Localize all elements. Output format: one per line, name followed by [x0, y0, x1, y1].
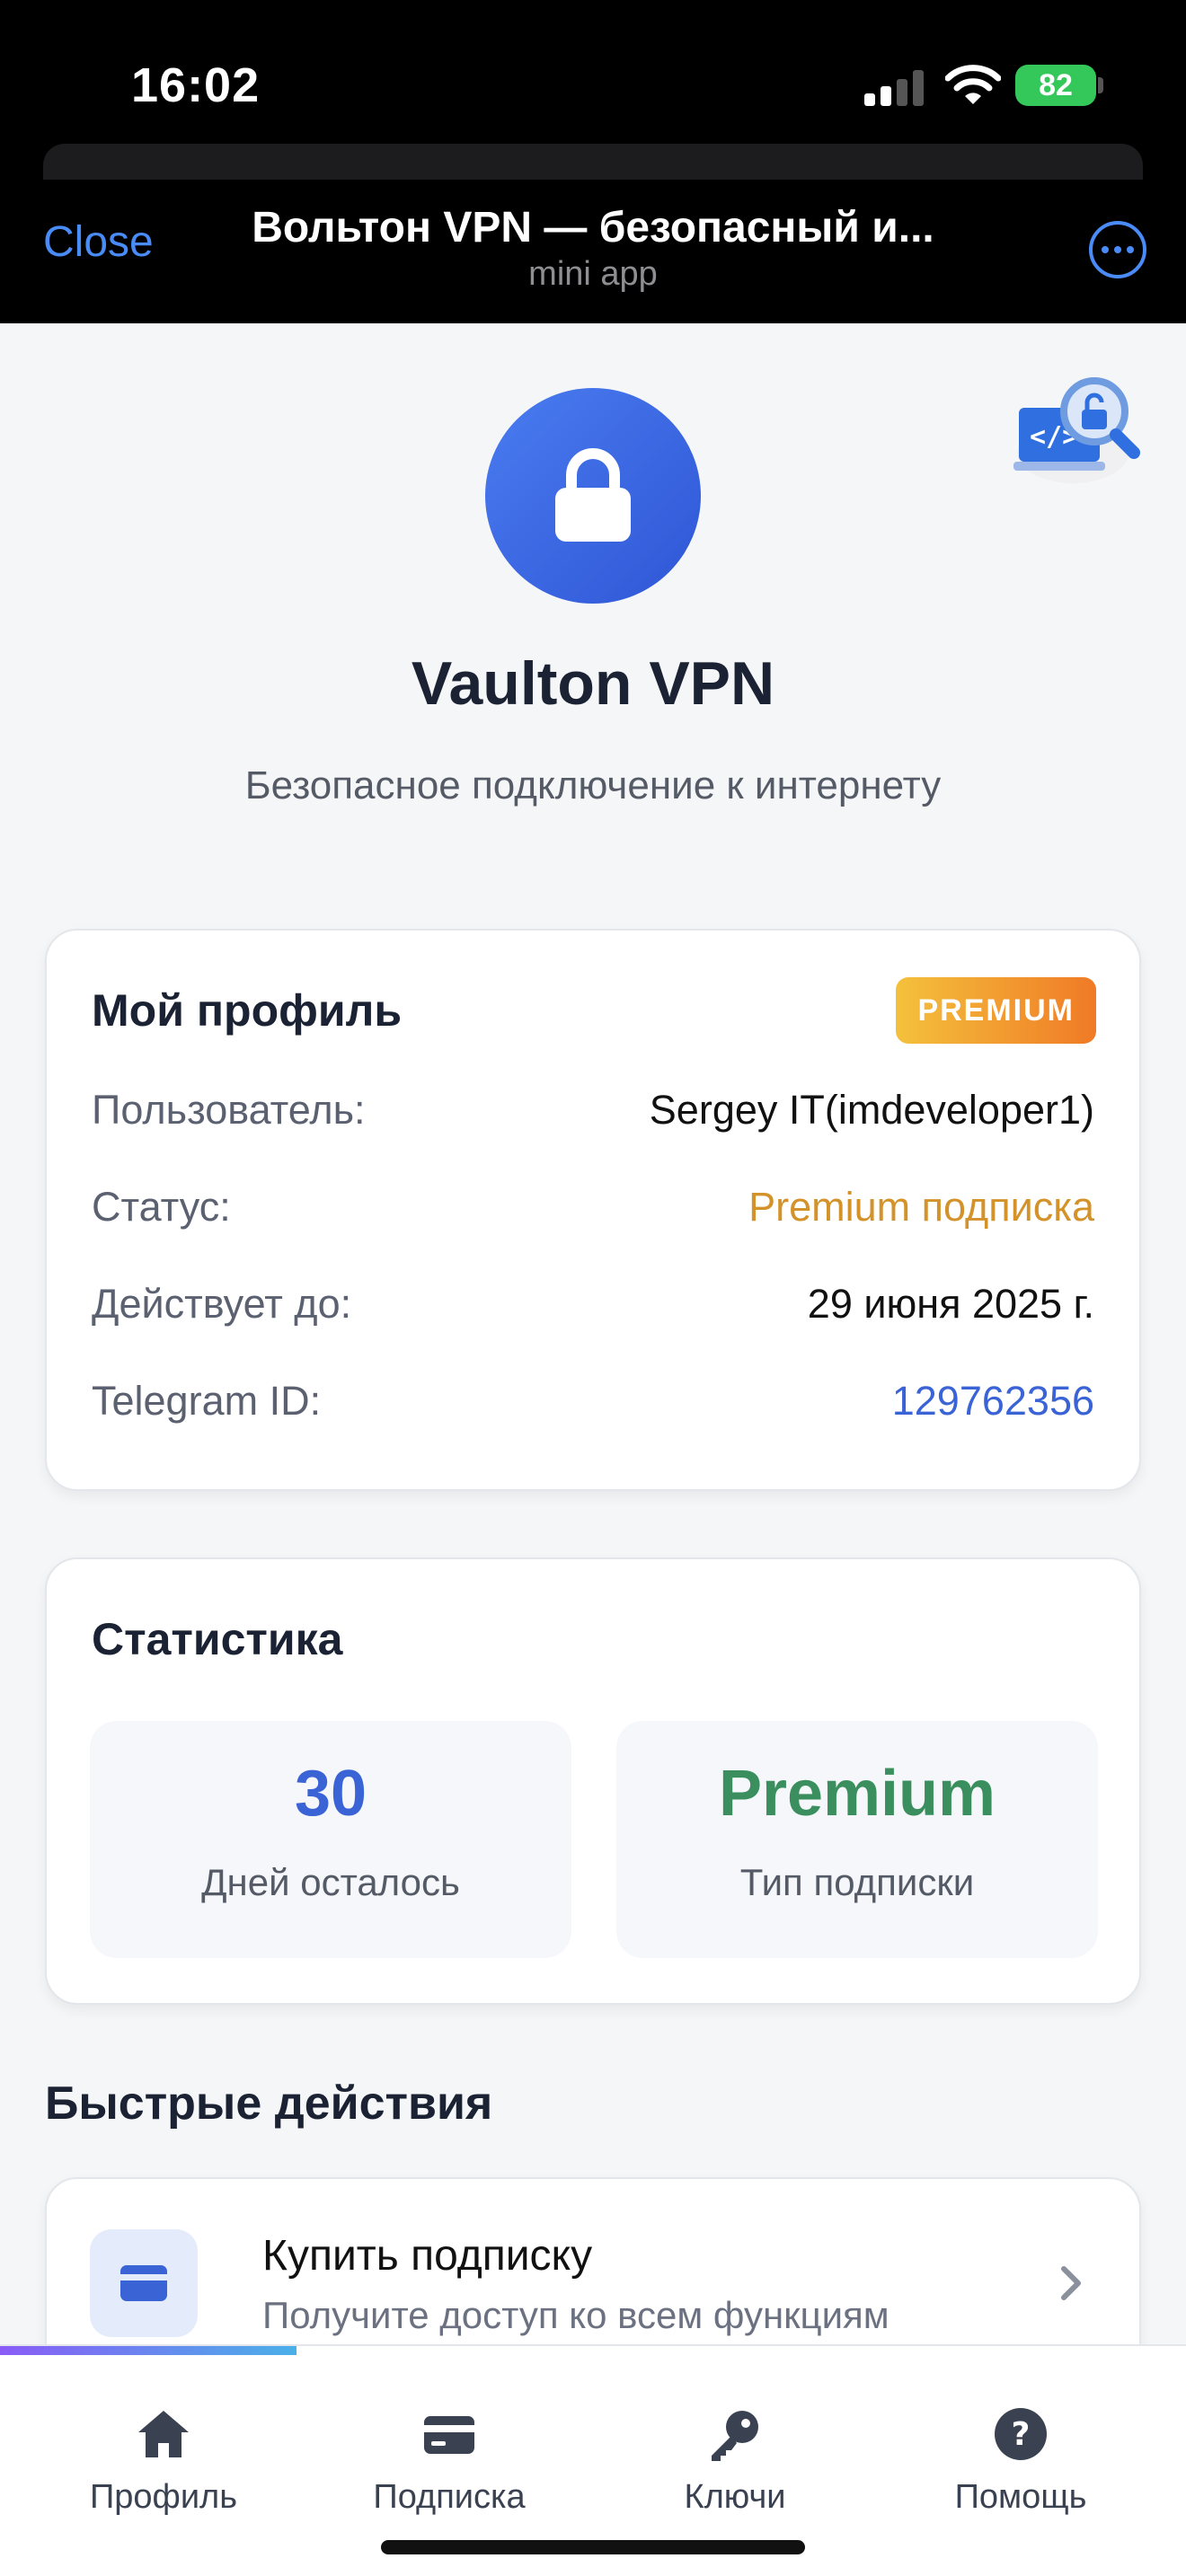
status-time: 16:02 — [131, 58, 261, 112]
app-name: Vaulton VPN — [411, 649, 775, 718]
profile-row-user: Пользователь: Sergey IT(imdeveloper1) — [92, 1087, 1094, 1134]
stats-card-title: Статистика — [92, 1614, 343, 1664]
mini-app-title: Вольтон VPN — безопасный и... — [252, 204, 934, 251]
nav-item-keys[interactable]: Ключи — [600, 2405, 870, 2517]
stat-label: Тип подписки — [739, 1861, 975, 1903]
credit-card-icon — [120, 2265, 167, 2301]
mini-app-subtitle: mini app — [528, 255, 658, 293]
row-label: Действует до: — [92, 1281, 352, 1327]
screen: 16:02 82 Close Вольтон VPN — безопасный … — [0, 0, 1186, 2576]
row-label: Telegram ID: — [92, 1378, 322, 1424]
telegram-header: 16:02 82 Close Вольтон VPN — безопасный … — [0, 0, 1186, 323]
profile-row-status: Статус: Premium подписка — [92, 1184, 1094, 1231]
row-label: Пользователь: — [92, 1087, 366, 1133]
nav-item-profile[interactable]: Профиль — [29, 2405, 298, 2517]
home-indicator[interactable] — [381, 2540, 805, 2554]
more-dot — [1114, 246, 1121, 253]
action-icon-box — [90, 2229, 198, 2337]
key-icon — [712, 2411, 758, 2461]
profile-card: Мой профиль PREMIUM Пользователь: Sergey… — [45, 929, 1141, 1491]
status-value: Premium подписка — [748, 1184, 1094, 1230]
stat-label: Дней осталось — [201, 1861, 460, 1903]
action-title: Купить подписку — [262, 2232, 593, 2280]
credit-card-icon — [424, 2416, 474, 2454]
action-description: Получите доступ ко всем функциям — [262, 2294, 890, 2336]
nav-label: Ключи — [684, 2478, 786, 2516]
chevron-right-icon — [1061, 2266, 1081, 2300]
username-value: Sergey IT(imdeveloper1) — [649, 1087, 1094, 1133]
profile-row-expiry: Действует до: 29 июня 2025 г. — [92, 1281, 1094, 1328]
nav-label: Помощь — [954, 2478, 1087, 2516]
nav-item-help[interactable]: ? Помощь — [886, 2405, 1155, 2517]
more-dot — [1127, 246, 1134, 253]
stat-subscription-type: Premium Тип подписки — [616, 1721, 1098, 1958]
developer-tools-icon[interactable]: </> — [1010, 366, 1145, 492]
stat-days-left: 30 Дней осталось — [90, 1721, 571, 1958]
lock-icon — [555, 448, 631, 542]
sheet-grabber — [43, 144, 1143, 180]
profile-row-telegram-id: Telegram ID: 129762356 — [92, 1378, 1094, 1425]
battery-level: 82 — [1039, 67, 1073, 102]
stat-value: 30 — [294, 1758, 367, 1830]
expiry-value: 29 июня 2025 г. — [807, 1281, 1094, 1327]
premium-badge: PREMIUM — [896, 977, 1096, 1044]
nav-label: Профиль — [89, 2478, 238, 2516]
telegram-id-value: 129762356 — [891, 1378, 1094, 1424]
home-icon — [138, 2411, 189, 2457]
cellular-signal-icon — [864, 68, 925, 106]
svg-text:?: ? — [1012, 2416, 1031, 2453]
nav-item-subscription[interactable]: Подписка — [314, 2405, 584, 2517]
loading-progress-bar — [0, 2346, 1186, 2355]
loading-progress-fill — [0, 2346, 296, 2355]
close-button[interactable]: Close — [43, 217, 154, 267]
nav-label: Подписка — [373, 2478, 526, 2516]
help-icon: ? — [995, 2408, 1047, 2460]
app-logo — [485, 388, 701, 604]
quick-actions-title: Быстрые действия — [45, 2078, 493, 2130]
row-label: Статус: — [92, 1184, 231, 1230]
more-options-button[interactable] — [1089, 221, 1146, 278]
stats-card: Статистика 30 Дней осталось Premium Тип … — [45, 1557, 1141, 2005]
profile-card-title: Мой профиль — [92, 985, 403, 1036]
wifi-icon — [945, 65, 1001, 104]
battery-cap — [1098, 77, 1103, 93]
app-tagline: Безопасное подключение к интернету — [244, 763, 942, 807]
stat-value: Premium — [718, 1758, 996, 1830]
battery-icon: 82 — [1015, 65, 1096, 106]
more-dot — [1102, 246, 1109, 253]
